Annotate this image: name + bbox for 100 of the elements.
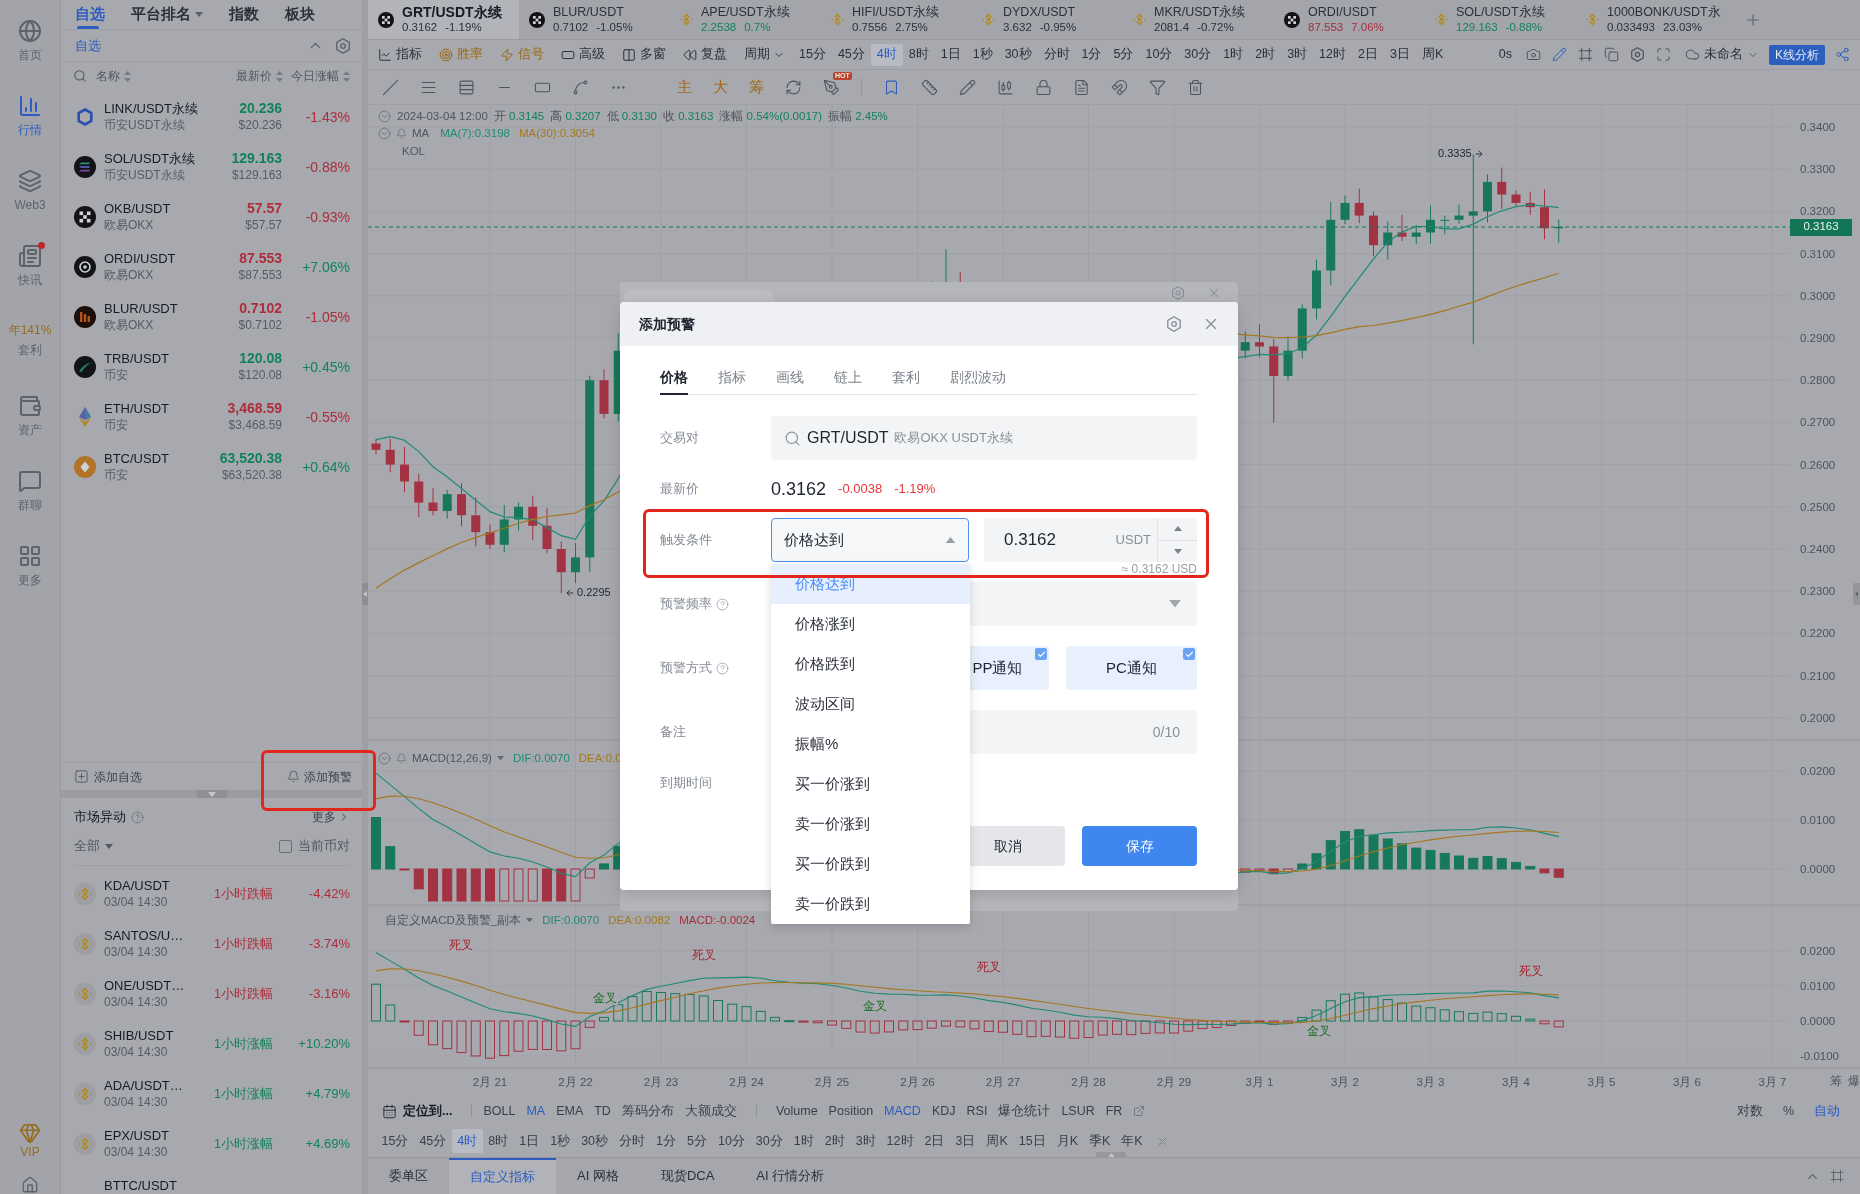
symbol-tab[interactable]: ORDI/USDT 87.553 7.06% [1274, 0, 1425, 39]
column-header[interactable]: 名称 [96, 67, 131, 85]
pair-name[interactable]: KDA/USDT [104, 877, 214, 894]
period-tab[interactable]: 2时 [819, 1129, 851, 1153]
resize-handle[interactable] [196, 790, 227, 798]
bell-icon[interactable] [396, 127, 407, 139]
help-icon[interactable] [716, 597, 729, 611]
settings-icon[interactable] [1171, 286, 1185, 300]
nav-item[interactable]: Web3 [1, 153, 59, 228]
period-tab[interactable]: 5分 [1107, 43, 1140, 66]
nav-item[interactable]: 群聊 [1, 453, 59, 528]
help-icon[interactable] [131, 810, 144, 824]
indicator-toggle[interactable]: TD [594, 1101, 611, 1121]
symbol-tab[interactable]: SOL/USDT永续 129.163 -0.88% [1425, 0, 1576, 39]
sort-icon[interactable] [343, 70, 350, 82]
add-alert-button[interactable]: 添加预警 [287, 767, 352, 786]
period-tab[interactable]: 4时 [451, 1129, 483, 1153]
period-menu[interactable]: 周期 [744, 45, 785, 64]
period-tab[interactable]: 分时 [1037, 43, 1076, 66]
period-tab[interactable]: 2时 [1249, 43, 1282, 66]
pair-name[interactable]: BTTC/USDT [104, 1177, 214, 1194]
spline-icon[interactable] [572, 78, 589, 96]
period-tab[interactable]: 季K [1083, 1129, 1116, 1153]
period-tab[interactable]: 10分 [1139, 43, 1179, 66]
expand-icon[interactable] [1656, 47, 1671, 62]
pair-name[interactable]: ADA/USDT… [104, 1077, 214, 1094]
symbol-tab[interactable]: BLUR/USDT 0.7102 -1.05% [519, 0, 670, 39]
settings-icon[interactable] [1166, 316, 1182, 332]
copy-icon[interactable] [1604, 47, 1619, 62]
refresh-icon[interactable] [785, 78, 802, 96]
period-tab[interactable]: 3日 [1383, 43, 1416, 66]
period-tab[interactable]: 2日 [919, 1129, 950, 1153]
settings-icon[interactable] [1630, 47, 1645, 62]
lock-icon[interactable] [1035, 78, 1052, 96]
symbol-tab[interactable]: HIFI/USDT永续 0.7556 2.75% [821, 0, 972, 39]
dialog-tab[interactable]: 链上 [834, 366, 862, 394]
period-tab[interactable]: 10分 [712, 1129, 751, 1153]
indicator-toggle[interactable]: MACD [884, 1101, 921, 1121]
period-tab[interactable]: 30秒 [998, 43, 1038, 66]
chevron-circle-icon[interactable] [378, 751, 391, 765]
period-tab[interactable]: 30分 [750, 1129, 789, 1153]
column-header[interactable]: 最新价 [236, 67, 283, 85]
pair-name[interactable]: ETH/USDT [104, 400, 169, 417]
symbol-tab[interactable]: DYDX/USDT 3.632 -0.95% [972, 0, 1123, 39]
period-tab[interactable]: 15日 [1013, 1129, 1052, 1153]
indicator-toggle[interactable]: RSI [966, 1101, 988, 1121]
collapse-handle[interactable] [1853, 583, 1860, 605]
pair-name[interactable]: BTC/USDT [104, 450, 169, 467]
share-icon[interactable] [1835, 47, 1850, 62]
toolbar-button[interactable]: 指标 [378, 45, 422, 64]
pair-name[interactable]: OKB/USDT [104, 200, 171, 217]
frame-icon[interactable] [1830, 1169, 1844, 1183]
trash-icon[interactable] [1187, 78, 1204, 96]
help-icon[interactable] [716, 661, 729, 675]
indicator-toggle[interactable]: 自动 [1814, 1101, 1840, 1121]
symbol-tab[interactable]: 1000BONK/USDT永 0.033493 23.03% [1576, 0, 1727, 39]
analysis-button[interactable]: K线分析 [1769, 44, 1825, 65]
dialog-tab[interactable]: 画线 [776, 366, 804, 394]
indicator-toggle[interactable]: Volume [775, 1101, 818, 1121]
pair-name[interactable]: SHIB/USDT [104, 1027, 214, 1044]
menu-option[interactable]: 卖一价跌到 [771, 884, 970, 924]
dialog-tab[interactable]: 套利 [892, 366, 920, 394]
filter-dropdown[interactable]: 全部 [74, 836, 113, 856]
period-tab[interactable]: 月K [1051, 1129, 1084, 1153]
axis-toggle-button[interactable]: 爆 [1848, 1074, 1860, 1089]
checkbox[interactable] [279, 839, 292, 853]
nav-item[interactable]: 行情 [1, 78, 59, 153]
toolbar-button[interactable]: 高级 [561, 45, 605, 64]
indicator-toggle[interactable]: MA [526, 1101, 546, 1121]
pair-name[interactable]: EPX/USDT [104, 1127, 214, 1144]
resize-handle[interactable] [1096, 1152, 1126, 1158]
pencil-icon[interactable] [959, 78, 976, 96]
ruler-icon[interactable] [921, 78, 938, 96]
period-tab[interactable]: 8时 [902, 43, 935, 66]
period-tab[interactable]: 1分 [650, 1129, 682, 1153]
period-tab[interactable]: 12时 [881, 1129, 919, 1153]
bottom-tab[interactable]: 委单区 [368, 1158, 449, 1194]
settings-icon[interactable] [335, 37, 351, 54]
period-tab[interactable]: 4时 [870, 43, 903, 66]
funnel-icon[interactable] [1149, 78, 1166, 96]
indicator-toggle[interactable]: BOLL [483, 1101, 516, 1121]
pair-name[interactable]: TRB/USDT [104, 350, 169, 367]
period-tab[interactable]: 周K [980, 1129, 1014, 1153]
indicator-toggle[interactable]: 大额成交 [684, 1101, 737, 1121]
dialog-tab[interactable]: 价格 [660, 366, 688, 394]
pair-name[interactable]: SOL/USDT永续 [104, 150, 195, 167]
period-tab[interactable]: 1分 [1075, 43, 1108, 66]
menu-option[interactable]: 买一价涨到 [771, 764, 970, 804]
dialog-tab[interactable]: 剧烈波动 [950, 366, 1006, 394]
watchlist-tab[interactable]: 自选 [75, 0, 105, 29]
indicator-toggle[interactable]: LSUR [1061, 1101, 1095, 1121]
file-icon[interactable] [1073, 78, 1090, 96]
period-tab[interactable]: 3时 [850, 1129, 882, 1153]
bottom-tab[interactable]: 自定义指标 [449, 1158, 556, 1194]
search-icon[interactable] [73, 69, 87, 83]
period-tab[interactable]: 30分 [1178, 43, 1218, 66]
magnet-icon[interactable] [1111, 78, 1128, 96]
period-tab[interactable]: 45分 [413, 1129, 452, 1153]
pair-name[interactable]: ORDI/USDT [104, 250, 176, 267]
menu-option[interactable]: 价格涨到 [771, 604, 970, 644]
